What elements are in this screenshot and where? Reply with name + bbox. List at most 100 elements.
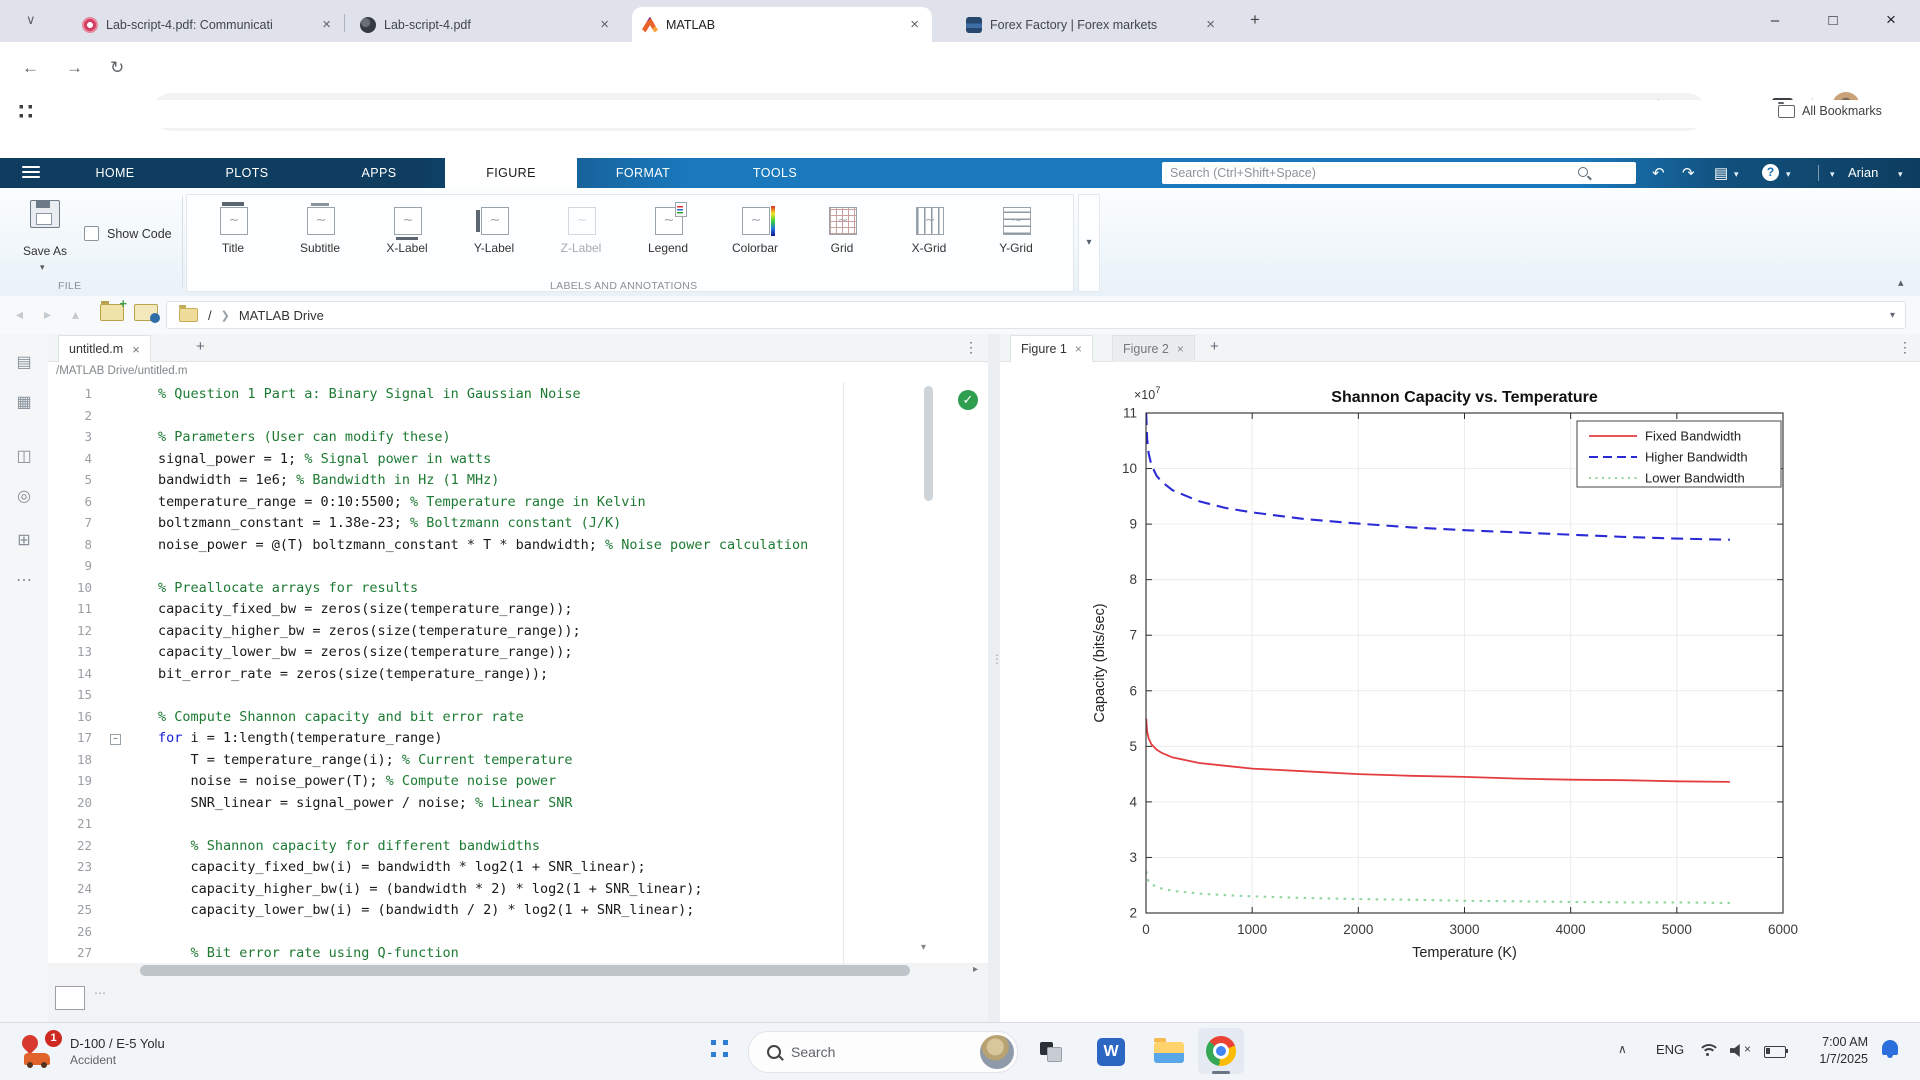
task-view-button[interactable] bbox=[1040, 1042, 1060, 1060]
breadcrumb-caret-icon[interactable]: ▾ bbox=[1890, 310, 1895, 321]
toolstrip-tab-plots[interactable]: PLOTS bbox=[181, 158, 313, 188]
code-fold-icon[interactable]: − bbox=[110, 734, 121, 745]
editor-menu-icon[interactable]: ⋮ bbox=[964, 339, 978, 356]
new-tab-button[interactable]: + bbox=[1250, 10, 1260, 30]
tab-search-chevron-icon[interactable]: ∨ bbox=[26, 12, 36, 28]
word-app-icon[interactable]: W bbox=[1097, 1038, 1125, 1066]
wifi-icon[interactable] bbox=[1698, 1044, 1718, 1059]
workspace-grid-icon[interactable]: ▦ bbox=[0, 392, 48, 412]
toolstrip-tab-home[interactable]: HOME bbox=[49, 158, 181, 188]
layout-panel-icon[interactable]: ◫ bbox=[0, 446, 48, 466]
more-tools-icon[interactable]: ⋯ bbox=[0, 570, 48, 590]
scroll-down-icon[interactable]: ▾ bbox=[921, 942, 926, 953]
shannon-capacity-chart[interactable]: 0100020003000400050006000234567891011Sha… bbox=[1000, 362, 1920, 1022]
undo-icon[interactable]: ↶ bbox=[1652, 164, 1665, 182]
tab-close-icon[interactable]: × bbox=[1177, 342, 1184, 356]
browser-tab[interactable]: Lab-script-4.pdf: Communicati× bbox=[72, 7, 344, 42]
editor-tab[interactable]: untitled.m × bbox=[58, 335, 151, 362]
apps-grid-icon[interactable] bbox=[16, 105, 32, 121]
scroll-right-icon[interactable]: ▸ bbox=[973, 964, 978, 975]
hidden-icons-chevron[interactable]: ∧ bbox=[1618, 1042, 1627, 1056]
toolstrip-tab-figure[interactable]: FIGURE bbox=[445, 158, 577, 188]
scrollbar-thumb[interactable] bbox=[140, 965, 910, 976]
new-folder-icon[interactable] bbox=[100, 304, 124, 321]
tab-close-icon[interactable]: × bbox=[319, 16, 334, 33]
checkbox-icon[interactable] bbox=[84, 226, 99, 241]
file-explorer-icon[interactable] bbox=[1154, 1042, 1184, 1063]
toolstrip-button-grid[interactable]: ∼Grid bbox=[801, 201, 883, 255]
user-caret-icon[interactable]: ▾ bbox=[1898, 169, 1903, 180]
code-area[interactable]: 1% Question 1 Part a: Binary Signal in G… bbox=[48, 382, 988, 963]
taskbar-search[interactable]: Search bbox=[748, 1031, 1018, 1073]
tab-close-icon[interactable]: × bbox=[1203, 16, 1218, 33]
nav-forward-icon[interactable]: ▸ bbox=[44, 306, 51, 323]
footer-ellipsis-icon[interactable]: ⋯ bbox=[94, 986, 106, 1000]
browser-tab[interactable]: Forex Factory | Forex markets × bbox=[956, 7, 1228, 42]
toolstrip-collapse-icon[interactable]: ▴ bbox=[1898, 276, 1904, 289]
clipboard-icon[interactable]: ▤ bbox=[1714, 164, 1728, 182]
toolstrip-tab-format[interactable]: FORMAT bbox=[577, 158, 709, 188]
toolstrip-button-legend[interactable]: ∼Legend bbox=[627, 201, 709, 255]
editor-horizontal-scrollbar[interactable]: ▸ bbox=[48, 963, 988, 978]
start-button[interactable] bbox=[706, 1040, 728, 1062]
back-icon[interactable]: ← bbox=[22, 58, 39, 78]
chrome-app-button[interactable] bbox=[1198, 1028, 1244, 1074]
minimized-panel-icon[interactable] bbox=[55, 986, 85, 1010]
upload-folder-icon[interactable] bbox=[134, 304, 158, 321]
traffic-notification[interactable]: 1 D-100 / E-5 Yolu Accident bbox=[18, 1031, 165, 1071]
breadcrumb[interactable]: / ❯ MATLAB Drive ▾ bbox=[166, 301, 1906, 329]
nav-up-icon[interactable]: ▴ bbox=[72, 306, 79, 323]
toolstrip-button-xgrid[interactable]: ∼X-Grid bbox=[888, 201, 970, 255]
toolstrip-button-colorbar[interactable]: ∼Colorbar bbox=[714, 201, 796, 255]
toolstrip-button-subtitle[interactable]: ∼Subtitle bbox=[279, 201, 361, 255]
figure-tab[interactable]: Figure 2× bbox=[1112, 335, 1195, 363]
forward-icon[interactable]: → bbox=[66, 58, 83, 78]
toolstrip-button-xlabel[interactable]: ∼X-Label bbox=[366, 201, 448, 255]
help-caret-icon[interactable]: ▾ bbox=[1786, 169, 1791, 180]
nav-back-icon[interactable]: ◂ bbox=[16, 306, 23, 323]
find-files-icon[interactable]: ◎ bbox=[0, 486, 48, 506]
notification-bell-icon[interactable] bbox=[1882, 1040, 1898, 1055]
breadcrumb-root[interactable]: / bbox=[208, 308, 212, 323]
window-close-button[interactable]: × bbox=[1862, 0, 1920, 40]
browser-tab[interactable]: Lab-script-4.pdf× bbox=[350, 7, 622, 42]
quick-save-icon[interactable] bbox=[1620, 165, 1622, 184]
tab-close-icon[interactable]: × bbox=[1075, 342, 1082, 356]
toolstrip-tab-tools[interactable]: TOOLS bbox=[709, 158, 841, 188]
reload-icon[interactable]: ↻ bbox=[110, 58, 124, 78]
breadcrumb-current[interactable]: MATLAB Drive bbox=[239, 308, 324, 323]
widgets-weather-image[interactable] bbox=[980, 1035, 1014, 1069]
figure-tab[interactable]: Figure 1× bbox=[1010, 335, 1093, 362]
chart-legend[interactable]: Fixed BandwidthHigher BandwidthLower Ban… bbox=[1577, 421, 1781, 487]
tab-close-icon[interactable]: × bbox=[597, 16, 612, 33]
redo-icon[interactable]: ↷ bbox=[1682, 164, 1695, 182]
figure-menu-icon[interactable]: ⋮ bbox=[1898, 339, 1912, 356]
user-menu[interactable]: Arian bbox=[1848, 165, 1878, 180]
figure-new-tab-button[interactable]: + bbox=[1210, 338, 1219, 355]
battery-icon[interactable] bbox=[1764, 1046, 1786, 1058]
all-bookmarks-button[interactable]: All Bookmarks bbox=[1778, 104, 1882, 118]
window-maximize-button[interactable]: □ bbox=[1804, 0, 1862, 40]
language-indicator[interactable]: ENG bbox=[1656, 1042, 1684, 1057]
save-as-button[interactable]: Save As bbox=[14, 244, 76, 258]
toolstrip-button-ygrid[interactable]: ∼Y-Grid bbox=[975, 201, 1057, 255]
clipboard-caret-icon[interactable]: ▾ bbox=[1734, 169, 1739, 180]
tab-close-icon[interactable]: × bbox=[907, 16, 922, 33]
gallery-expand-button[interactable]: ▾ bbox=[1078, 194, 1100, 292]
editor-vertical-scrollbar[interactable] bbox=[924, 386, 933, 501]
settings-caret-icon[interactable]: ▾ bbox=[1830, 169, 1835, 180]
editor-new-tab-button[interactable]: + bbox=[196, 338, 205, 355]
close-icon[interactable]: × bbox=[132, 342, 140, 357]
volume-muted-icon[interactable] bbox=[1730, 1044, 1756, 1057]
clock[interactable]: 7:00 AM 1/7/2025 bbox=[1796, 1034, 1868, 1068]
toolstrip-tab-apps[interactable]: APPS bbox=[313, 158, 445, 188]
files-panel-icon[interactable]: ▤ bbox=[0, 352, 48, 372]
window-minimize-button[interactable]: – bbox=[1746, 0, 1804, 40]
save-as-caret-icon[interactable]: ▾ bbox=[40, 262, 45, 273]
show-code-checkbox[interactable]: Show Code bbox=[84, 226, 172, 241]
figure-canvas[interactable]: 0100020003000400050006000234567891011Sha… bbox=[1000, 362, 1920, 1022]
hierarchy-icon[interactable]: ⊞ bbox=[0, 530, 48, 550]
browser-tab[interactable]: MATLAB× bbox=[632, 7, 932, 42]
panel-splitter[interactable]: ⋮ bbox=[988, 334, 1000, 1022]
toolstrip-button-title[interactable]: ∼Title bbox=[192, 201, 274, 255]
